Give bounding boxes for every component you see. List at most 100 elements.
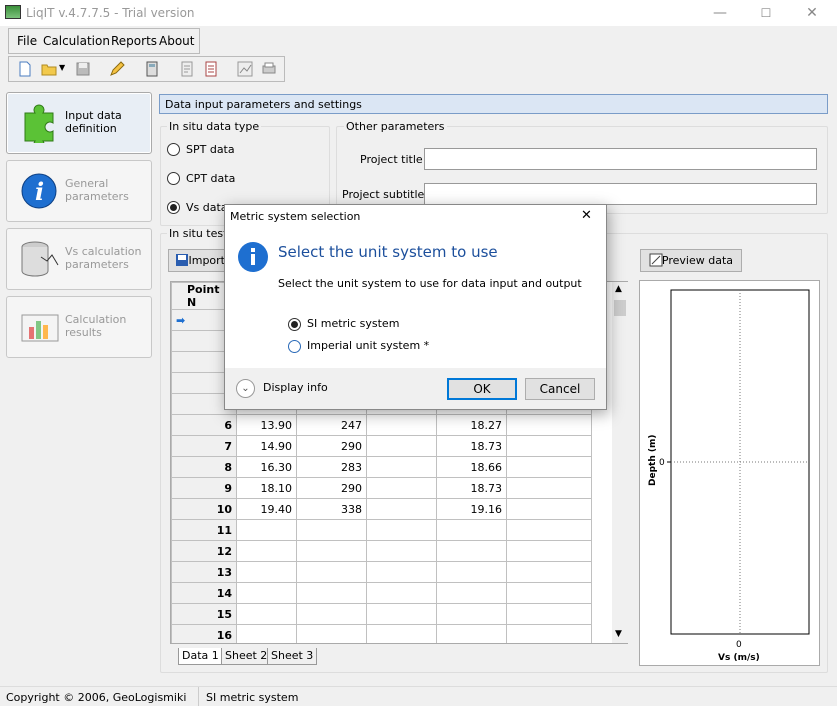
table-row[interactable]: 11: [171, 519, 592, 541]
table-row[interactable]: 12: [171, 540, 592, 562]
grid-cell[interactable]: 19.40: [236, 498, 297, 520]
edit-icon[interactable]: [109, 61, 125, 77]
grid-cell[interactable]: 18.66: [436, 456, 507, 478]
grid-cell[interactable]: [236, 624, 297, 643]
grid-cell[interactable]: [366, 540, 437, 562]
scroll-thumb[interactable]: [614, 300, 626, 316]
project-subtitle-input[interactable]: [424, 183, 817, 205]
grid-cell[interactable]: [506, 540, 592, 562]
menu-reports[interactable]: Reports: [111, 34, 157, 48]
project-title-input[interactable]: [424, 148, 817, 170]
grid-cell[interactable]: [296, 603, 367, 625]
grid-cell[interactable]: 18.73: [436, 435, 507, 457]
nav-input-data[interactable]: Input data definition: [6, 92, 152, 154]
close-button[interactable]: ✕: [789, 0, 835, 26]
grid-cell[interactable]: [296, 540, 367, 562]
grid-cell[interactable]: 338: [296, 498, 367, 520]
save-icon[interactable]: [75, 61, 91, 77]
grid-cell[interactable]: [436, 603, 507, 625]
grid-cell[interactable]: [506, 603, 592, 625]
grid-cell[interactable]: [366, 435, 437, 457]
grid-cell[interactable]: 290: [296, 477, 367, 499]
report-icon[interactable]: [179, 61, 195, 77]
grid-cell[interactable]: [506, 435, 592, 457]
grid-cell[interactable]: [296, 519, 367, 541]
grid-cell[interactable]: [236, 582, 297, 604]
print-icon[interactable]: [261, 61, 277, 77]
expand-info-icon[interactable]: ⌄: [236, 379, 255, 398]
new-file-icon[interactable]: [17, 61, 33, 77]
table-row[interactable]: 6 13.90 247 18.27: [171, 414, 592, 436]
table-row[interactable]: 16: [171, 624, 592, 643]
grid-cell[interactable]: [366, 561, 437, 583]
grid-cell[interactable]: [366, 456, 437, 478]
chevron-down-icon[interactable]: ▼: [59, 63, 65, 72]
grid-cell[interactable]: [506, 624, 592, 643]
dialog-close-button[interactable]: ✕: [581, 208, 592, 223]
tab-sheet-2[interactable]: Sheet 2: [221, 648, 272, 665]
grid-cell[interactable]: [366, 519, 437, 541]
table-row[interactable]: 15: [171, 603, 592, 625]
ok-button[interactable]: OK: [447, 378, 517, 400]
display-info-label[interactable]: Display info: [263, 381, 328, 394]
spt-radio[interactable]: [167, 143, 180, 156]
grid-cell[interactable]: [366, 603, 437, 625]
grid-scrollbar[interactable]: ▲ ▼: [612, 282, 628, 643]
grid-cell[interactable]: [506, 477, 592, 499]
table-row[interactable]: 9 18.10 290 18.73: [171, 477, 592, 499]
nav-calculation-results[interactable]: Calculation results: [6, 296, 152, 358]
imperial-radio[interactable]: [288, 340, 301, 353]
grid-cell[interactable]: 16.30: [236, 456, 297, 478]
grid-cell[interactable]: 13.90: [236, 414, 297, 436]
grid-cell[interactable]: [506, 414, 592, 436]
grid-cell[interactable]: [366, 414, 437, 436]
table-row[interactable]: 8 16.30 283 18.66: [171, 456, 592, 478]
nav-vs-calculation[interactable]: Vs calculation parameters: [6, 228, 152, 290]
grid-cell[interactable]: [506, 456, 592, 478]
grid-cell[interactable]: [236, 519, 297, 541]
preview-data-button[interactable]: Preview data: [640, 249, 742, 272]
grid-cell[interactable]: 14.90: [236, 435, 297, 457]
grid-cell[interactable]: [506, 519, 592, 541]
table-row[interactable]: 7 14.90 290 18.73: [171, 435, 592, 457]
grid-cell[interactable]: 18.10: [236, 477, 297, 499]
maximize-button[interactable]: ☐: [743, 0, 789, 26]
grid-cell[interactable]: 247: [296, 414, 367, 436]
grid-cell[interactable]: [366, 498, 437, 520]
grid-cell[interactable]: 19.16: [436, 498, 507, 520]
menu-file[interactable]: File: [17, 34, 37, 48]
calculator-icon[interactable]: [144, 61, 160, 77]
grid-cell[interactable]: [506, 582, 592, 604]
grid-cell[interactable]: [296, 561, 367, 583]
table-row[interactable]: 13: [171, 561, 592, 583]
cpt-radio[interactable]: [167, 172, 180, 185]
menu-calculation[interactable]: Calculation: [43, 34, 110, 48]
si-metric-radio[interactable]: [288, 318, 301, 331]
grid-cell[interactable]: [236, 603, 297, 625]
grid-cell[interactable]: [506, 561, 592, 583]
vs-radio[interactable]: [167, 201, 180, 214]
grid-cell[interactable]: [506, 498, 592, 520]
cancel-button[interactable]: Cancel: [525, 378, 595, 400]
report-list-icon[interactable]: [203, 61, 219, 77]
nav-general-parameters[interactable]: i General parameters: [6, 160, 152, 222]
tab-sheet-3[interactable]: Sheet 3: [267, 648, 318, 665]
grid-cell[interactable]: [436, 582, 507, 604]
grid-cell[interactable]: [366, 477, 437, 499]
grid-cell[interactable]: [366, 624, 437, 643]
grid-cell[interactable]: 18.27: [436, 414, 507, 436]
grid-cell[interactable]: [436, 519, 507, 541]
grid-cell[interactable]: [236, 540, 297, 562]
grid-cell[interactable]: [436, 561, 507, 583]
menu-about[interactable]: About: [159, 34, 194, 48]
table-row[interactable]: 14: [171, 582, 592, 604]
grid-cell[interactable]: 290: [296, 435, 367, 457]
scroll-down-icon[interactable]: ▼: [615, 629, 622, 639]
grid-cell[interactable]: [436, 624, 507, 643]
grid-cell[interactable]: 283: [296, 456, 367, 478]
grid-cell[interactable]: [436, 540, 507, 562]
grid-cell[interactable]: [296, 582, 367, 604]
scroll-up-icon[interactable]: ▲: [615, 284, 622, 294]
open-folder-icon[interactable]: [41, 61, 57, 77]
grid-cell[interactable]: [296, 624, 367, 643]
